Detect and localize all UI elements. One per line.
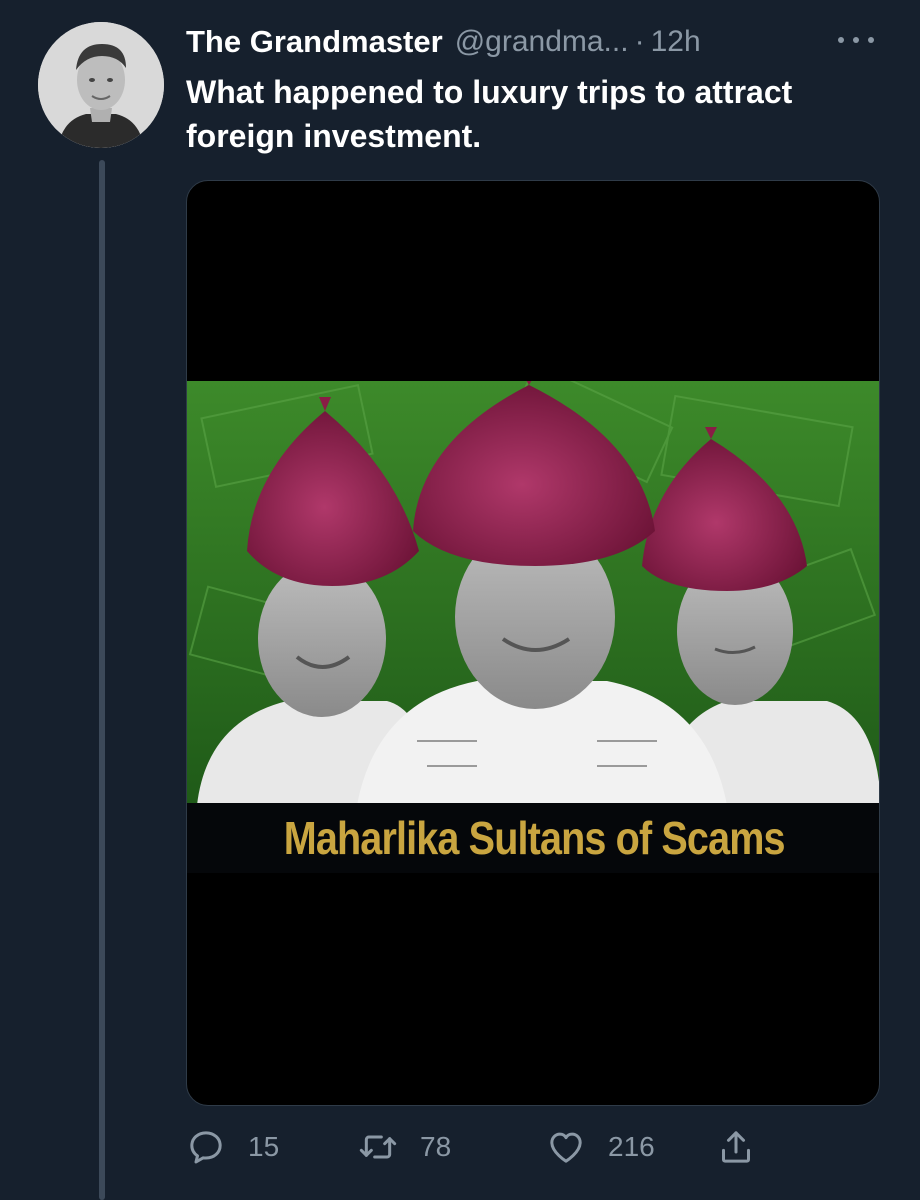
profile-photo	[38, 22, 164, 148]
share-icon	[722, 1131, 750, 1163]
meme-caption: Maharlika Sultans of Scams	[283, 812, 786, 864]
caption-band: Maharlika Sultans of Scams	[187, 803, 879, 873]
tweet-text: What happened to luxury trips to attract…	[186, 74, 793, 154]
tweet-actions: 15 78 216	[186, 1124, 786, 1170]
reply-count: 15	[248, 1131, 280, 1162]
thread-line	[99, 160, 105, 1200]
tweet: The Grandmaster @grandma... · 12h What h…	[0, 0, 920, 1200]
reply-icon	[190, 1131, 222, 1164]
avatar[interactable]	[38, 22, 164, 148]
separator-dot: ·	[634, 25, 645, 58]
meme-image	[187, 381, 879, 805]
like-count: 216	[608, 1131, 655, 1162]
author-display-name[interactable]: The Grandmaster	[186, 24, 443, 60]
author-handle[interactable]: @grandma...	[455, 25, 629, 59]
timestamp[interactable]: 12h	[651, 25, 701, 59]
tweet-header: The Grandmaster @grandma... · 12h	[186, 20, 882, 64]
like-button[interactable]: 216	[546, 1124, 655, 1170]
retweet-count: 78	[420, 1131, 452, 1162]
heart-icon	[550, 1132, 582, 1163]
tweet-media[interactable]: Maharlika Sultans of Scams	[186, 180, 880, 1106]
share-button[interactable]	[716, 1124, 756, 1170]
more-horizontal-icon[interactable]	[838, 30, 874, 50]
retweet-icon	[359, 1135, 397, 1159]
retweet-button[interactable]: 78	[358, 1124, 451, 1170]
reply-button[interactable]: 15	[186, 1124, 279, 1170]
